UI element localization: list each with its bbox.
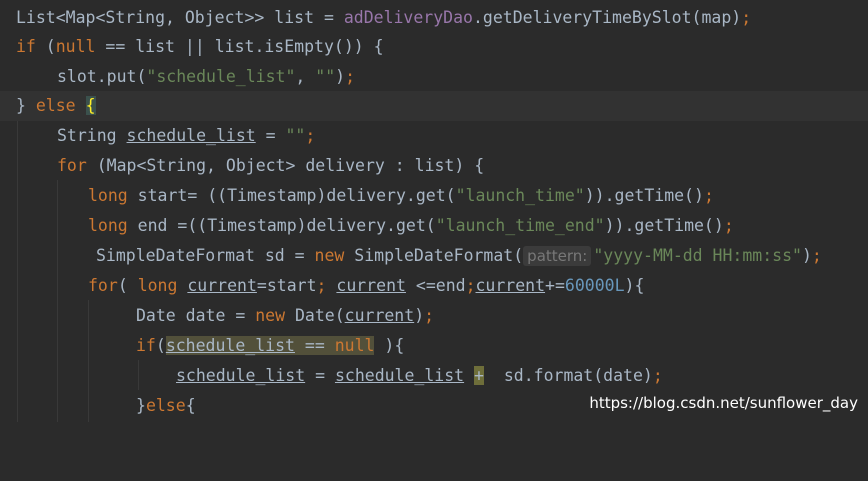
code-token-keyword: new <box>314 246 345 265</box>
code-token: =start <box>256 276 317 295</box>
code-token: String <box>57 126 127 145</box>
code-token-string: "launch_time_end" <box>435 216 605 235</box>
code-token-keyword: else <box>35 96 76 115</box>
code-token: slot.put( <box>57 67 147 86</box>
code-token-semicolon: ; <box>741 8 752 27</box>
code-token: ) <box>801 246 812 265</box>
code-token: Date date = <box>136 306 256 325</box>
code-token: ( <box>117 276 138 295</box>
code-line-5[interactable]: String schedule_list = ""; <box>0 121 868 151</box>
code-token: end =((Timestamp)delivery.get( <box>127 216 436 235</box>
code-token-keyword: long <box>137 276 178 295</box>
code-token-keyword: new <box>255 306 286 325</box>
code-token: List<Map<String, Object>> list = <box>16 8 344 27</box>
code-token: ) <box>414 306 425 325</box>
code-token-keyword: if <box>136 336 156 355</box>
code-line-9[interactable]: SimpleDateFormat sd = new SimpleDateForm… <box>0 241 868 271</box>
code-token-semicolon: ; <box>424 306 435 325</box>
code-token-semicolon: ; <box>811 246 822 265</box>
code-token-variable: schedule_list <box>334 366 465 385</box>
code-token: (Map<String, Object> delivery : list) { <box>86 156 485 175</box>
watermark-url: https://blog.csdn.net/sunflower_day <box>589 394 858 412</box>
matched-brace: { <box>85 96 96 115</box>
code-token: == <box>294 336 335 355</box>
code-token: SimpleDateFormat( <box>344 246 524 265</box>
code-token-variable: current <box>336 276 406 295</box>
code-token: .getDeliveryTimeBySlot(map) <box>472 8 742 27</box>
code-token-string: "" <box>285 126 306 145</box>
code-token: start= ((Timestamp)delivery.get( <box>127 186 456 205</box>
code-line-8[interactable]: long end =((Timestamp)delivery.get("laun… <box>0 211 868 241</box>
code-token-variable: schedule_list <box>165 336 295 355</box>
code-token-keyword: for <box>88 276 118 295</box>
code-token-keyword: else <box>145 396 186 415</box>
code-token-variable: schedule_list <box>126 126 256 145</box>
code-token-variable: current <box>344 306 415 325</box>
code-token: )).getTime() <box>604 216 724 235</box>
code-token-semicolon: ; <box>345 67 356 86</box>
code-token: )).getTime() <box>584 186 704 205</box>
code-token: ){ <box>374 336 405 355</box>
code-editor[interactable]: List<Map<String, Object>> list = adDeliv… <box>0 0 868 422</box>
code-token: } <box>16 96 36 115</box>
code-token-semicolon: ; <box>316 276 327 295</box>
code-token-keyword: if <box>16 37 36 56</box>
code-token: } <box>136 396 146 415</box>
code-line-6[interactable]: for (Map<String, Object> delivery : list… <box>0 151 868 181</box>
code-token: , <box>295 67 316 86</box>
code-token: SimpleDateFormat sd = <box>96 246 315 265</box>
code-token-semicolon: ; <box>703 186 714 205</box>
code-token-keyword: null <box>334 336 375 355</box>
code-line-4-current[interactable]: } else { <box>0 91 868 121</box>
code-token-semicolon: ; <box>465 276 476 295</box>
code-token-string: "" <box>315 67 336 86</box>
code-token: { <box>185 396 196 415</box>
code-token: ) <box>335 67 346 86</box>
code-line-1[interactable]: List<Map<String, Object>> list = adDeliv… <box>0 3 868 33</box>
code-token: Date( <box>285 306 345 325</box>
code-token: = <box>305 366 335 385</box>
code-token-semicolon: ; <box>652 366 663 385</box>
code-token-semicolon: ; <box>723 216 734 235</box>
code-token-string: "yyyy-MM-dd HH:mm:ss" <box>593 246 802 265</box>
code-token: sd.format(date) <box>483 366 653 385</box>
code-token: ( <box>35 37 56 56</box>
code-line-7[interactable]: long start= ((Timestamp)delivery.get("la… <box>0 181 868 211</box>
code-token: <=end <box>405 276 466 295</box>
code-token: = <box>255 126 286 145</box>
code-token: += <box>545 276 565 295</box>
code-token-keyword: for <box>57 156 87 175</box>
code-token-variable: current <box>475 276 546 295</box>
code-token-keyword: long <box>88 216 128 235</box>
code-line-10[interactable]: for( long current=start; current <=end;c… <box>0 271 868 301</box>
parameter-hint: pattern: <box>523 246 592 266</box>
code-token-variable: schedule_list <box>176 366 306 385</box>
code-token-string: "schedule_list" <box>146 67 296 86</box>
code-token-operator: + <box>474 366 484 385</box>
code-token-keyword: long <box>88 186 128 205</box>
code-line-13[interactable]: schedule_list = schedule_list + sd.forma… <box>0 361 868 391</box>
code-token: == list || list.isEmpty()) { <box>95 37 384 56</box>
code-line-12[interactable]: if(schedule_list == null ){ <box>0 331 868 361</box>
code-token-field: adDeliveryDao <box>343 8 473 27</box>
code-token-variable: current <box>187 276 257 295</box>
code-token-semicolon: ; <box>305 126 316 145</box>
code-line-3[interactable]: slot.put("schedule_list", ""); <box>0 62 868 92</box>
code-token-keyword: null <box>55 37 96 56</box>
code-line-2[interactable]: if (null == list || list.isEmpty()) { <box>0 32 868 62</box>
code-token-string: "launch_time" <box>455 186 585 205</box>
code-line-11[interactable]: Date date = new Date(current); <box>0 301 868 331</box>
code-token-number: 60000L <box>564 276 625 295</box>
code-token: ){ <box>624 276 645 295</box>
code-token: ( <box>155 336 166 355</box>
